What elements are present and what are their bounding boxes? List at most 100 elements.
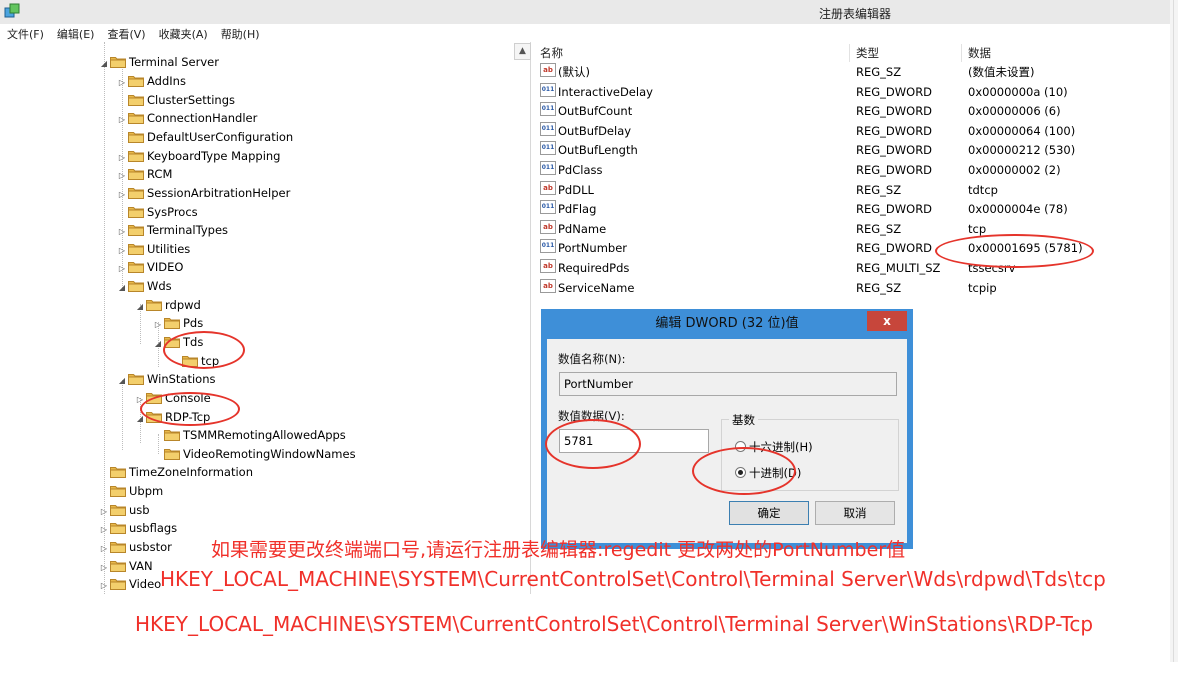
folder-icon: [128, 168, 144, 180]
tree-node-label: TSMMRemotingAllowedApps: [183, 428, 346, 442]
tree-node-label: SessionArbitrationHelper: [147, 186, 291, 200]
value-name: PdName: [558, 221, 607, 236]
highlight-circle-value-data: [545, 419, 641, 469]
value-row[interactable]: ab PdDLL REG_SZ tdtcp: [536, 180, 1170, 200]
value-data: tdtcp: [968, 182, 998, 197]
column-data[interactable]: 数据: [968, 44, 991, 62]
tree-node-utilities[interactable]: ▷ Utilities: [116, 240, 190, 258]
collapse-arrow-icon[interactable]: ◢: [134, 298, 146, 316]
folder-icon: [110, 578, 126, 590]
column-separator[interactable]: [849, 44, 850, 62]
tree-node-connectionhandler[interactable]: ▷ ConnectionHandler: [116, 109, 257, 127]
tree-node-videoremotingwindownames[interactable]: VideoRemotingWindowNames: [152, 445, 356, 463]
tree-node-label: Video: [129, 577, 162, 591]
dword-value-icon: 011: [540, 200, 556, 215]
tree-node-timezoneinformation[interactable]: TimeZoneInformation: [98, 463, 253, 481]
column-name[interactable]: 名称: [540, 44, 563, 62]
tree-node-terminaltypes[interactable]: ▷ TerminalTypes: [116, 221, 228, 239]
tree-node-rdpwd[interactable]: ◢ rdpwd: [134, 296, 201, 314]
ok-button[interactable]: 确定: [729, 501, 809, 525]
tree-node-ubpm[interactable]: Ubpm: [98, 482, 163, 500]
value-data: tcpip: [968, 280, 997, 295]
expand-arrow-icon[interactable]: ▷: [98, 540, 110, 558]
tree-node-pds[interactable]: ▷ Pds: [152, 314, 203, 332]
value-row[interactable]: 011 PdClass REG_DWORD 0x00000002 (2): [536, 161, 1170, 180]
dialog-close-button[interactable]: x: [867, 311, 907, 331]
tree-node-defaultuserconfiguration[interactable]: DefaultUserConfiguration: [116, 128, 293, 146]
folder-icon: [128, 261, 144, 273]
value-name: OutBufDelay: [558, 123, 632, 138]
menu-favorites[interactable]: 收藏夹(A): [152, 24, 214, 42]
menu-view[interactable]: 查看(V): [100, 24, 151, 42]
dword-value-icon: 011: [540, 121, 556, 136]
tree-node-rcm[interactable]: ▷ RCM: [116, 165, 172, 183]
folder-icon: [110, 560, 126, 572]
tree-node-wdf[interactable]: ▷Wdf: [98, 592, 152, 594]
value-row[interactable]: 011 OutBufDelay REG_DWORD 0x00000064 (100): [536, 121, 1170, 141]
folder-icon: [110, 485, 126, 497]
tree-node-usb[interactable]: ▷ usb: [98, 501, 150, 519]
column-type[interactable]: 类型: [856, 44, 879, 62]
value-row[interactable]: 011 OutBufLength REG_DWORD 0x00000212 (530): [536, 141, 1170, 160]
tree-node-label: AddIns: [147, 74, 186, 88]
column-separator[interactable]: [961, 44, 962, 62]
value-name: OutBufLength: [558, 143, 638, 158]
tree-node-sessionarbitrationhelper[interactable]: ▷ SessionArbitrationHelper: [116, 184, 290, 202]
folder-icon: [128, 224, 144, 236]
collapse-arrow-icon[interactable]: ◢: [116, 372, 128, 390]
expand-arrow-icon[interactable]: ▷: [98, 521, 110, 539]
collapse-arrow-icon[interactable]: ◢: [116, 279, 128, 297]
tree-node-keyboardtype-mapping[interactable]: ▷ KeyboardType Mapping: [116, 147, 281, 165]
tree-scroll-up-button[interactable]: ▲: [514, 43, 531, 60]
value-row[interactable]: ab PdName REG_SZ tcp: [536, 219, 1170, 239]
tree-node-label: WinStations: [147, 372, 216, 386]
tree-node-label: Ubpm: [129, 484, 164, 498]
value-row[interactable]: ab ServiceName REG_SZ tcpip: [536, 278, 1170, 298]
value-name-label: 数值名称(N):: [558, 352, 626, 366]
tree-node-label: TerminalTypes: [147, 223, 229, 237]
menu-help[interactable]: 帮助(H): [214, 24, 266, 42]
tree-node-clustersettings[interactable]: ClusterSettings: [116, 91, 235, 109]
tree-node-sysprocs[interactable]: SysProcs: [116, 203, 198, 221]
tree-node-terminal-server[interactable]: ◢ Terminal Server: [98, 53, 219, 71]
tree-node-van[interactable]: ▷ VAN: [98, 557, 153, 575]
menu-bar: 文件(F) 编辑(E) 查看(V) 收藏夹(A) 帮助(H): [0, 24, 1170, 42]
dword-value-icon: 011: [540, 161, 556, 175]
tree-node-addins[interactable]: ▷ AddIns: [116, 72, 186, 90]
menu-edit[interactable]: 编辑(E): [50, 24, 101, 42]
value-name-field[interactable]: PortNumber: [559, 372, 897, 396]
value-row[interactable]: 011 PdFlag REG_DWORD 0x0000004e (78): [536, 200, 1170, 219]
value-data: 0x00000002 (2): [968, 163, 1061, 177]
expand-arrow-icon[interactable]: ▷: [116, 223, 128, 241]
collapse-arrow-icon[interactable]: ◢: [98, 55, 110, 73]
expand-arrow-icon[interactable]: ▷: [152, 316, 164, 334]
value-row[interactable]: ab (默认) REG_SZ (数值未设置): [536, 63, 1170, 82]
expand-arrow-icon[interactable]: ▷: [116, 260, 128, 278]
annotation-path-tcp: HKEY_LOCAL_MACHINE\SYSTEM\CurrentControl…: [160, 567, 1106, 591]
cancel-button[interactable]: 取消: [815, 501, 895, 525]
value-type: REG_MULTI_SZ: [856, 261, 941, 275]
highlight-circle-rdp-tcp: [140, 392, 240, 426]
folder-icon: [128, 280, 144, 292]
expand-arrow-icon[interactable]: ▷: [116, 186, 128, 204]
expand-arrow-icon[interactable]: ▷: [116, 167, 128, 185]
tree-node-usbstor[interactable]: ▷ usbstor: [98, 538, 172, 556]
value-row[interactable]: 011 InteractiveDelay REG_DWORD 0x0000000a (…: [536, 82, 1170, 102]
menu-file[interactable]: 文件(F): [0, 24, 50, 42]
tree-node-wds[interactable]: ◢ Wds: [116, 277, 172, 295]
tree-node-video[interactable]: ▷ VIDEO: [116, 258, 184, 278]
dword-value-icon: 011: [540, 102, 556, 117]
expand-arrow-icon[interactable]: ▷: [116, 74, 128, 92]
tree-node-tsmmremotingallowedapps[interactable]: TSMMRemotingAllowedApps: [152, 426, 346, 444]
tree-node-label: Utilities: [147, 242, 191, 256]
folder-icon: [128, 112, 144, 124]
value-data: (数值未设置): [968, 65, 1035, 79]
value-row[interactable]: 011 OutBufCount REG_DWORD 0x00000006 (6): [536, 102, 1170, 121]
value-name: PdClass: [558, 163, 603, 177]
tree-node-winstations[interactable]: ◢ WinStations: [116, 370, 216, 390]
tree-node-usbflags[interactable]: ▷ usbflags: [98, 519, 177, 537]
expand-arrow-icon[interactable]: ▷: [116, 111, 128, 129]
tree-node-video[interactable]: ▷ Video: [98, 575, 161, 593]
value-type: REG_DWORD: [856, 123, 933, 138]
folder-icon: [128, 373, 144, 385]
